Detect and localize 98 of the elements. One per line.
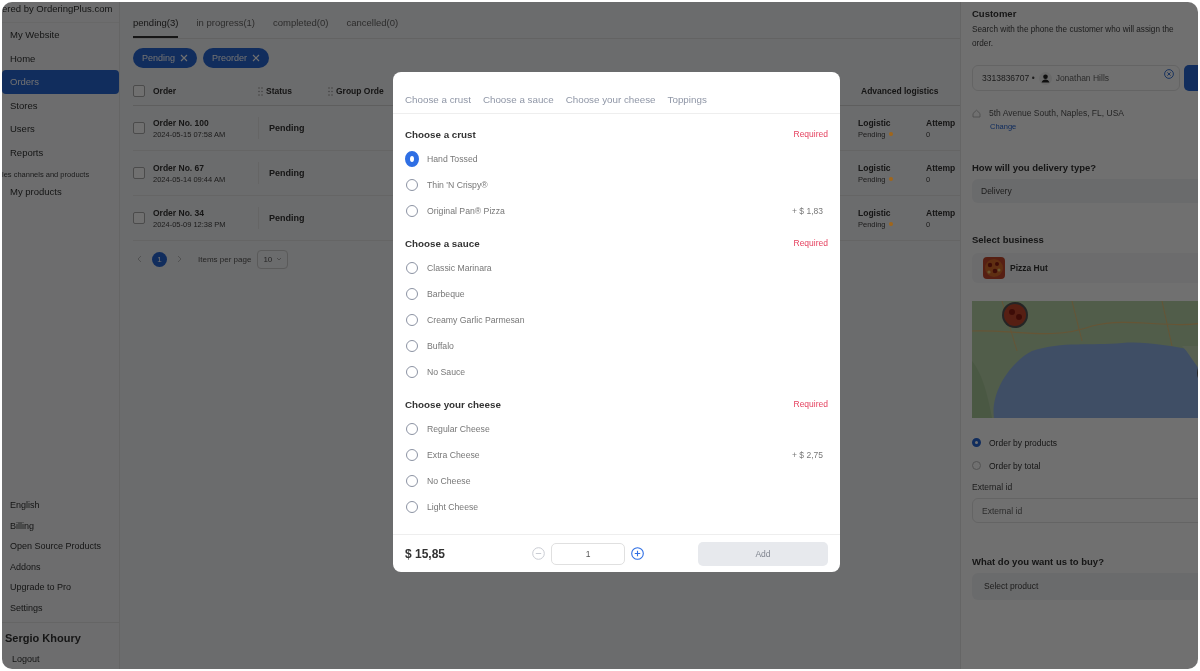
- radio-label: Order by total: [989, 460, 1041, 471]
- option-label: Hand Tossed: [427, 154, 479, 164]
- option-label: Creamy Garlic Parmesan: [427, 315, 526, 325]
- user-name: Sergio Khoury: [4, 631, 82, 646]
- filter-chip[interactable]: Preorder: [203, 48, 270, 68]
- section-title: Select business: [972, 234, 1045, 245]
- status-tab[interactable]: pending(3): [133, 17, 179, 38]
- filter-chip[interactable]: Pending: [133, 48, 198, 68]
- sidebar-item[interactable]: English: [2, 495, 119, 516]
- sidebar-item[interactable]: Settings: [2, 597, 119, 618]
- sidebar-item[interactable]: Home: [2, 46, 119, 70]
- column-header: Status: [266, 86, 292, 96]
- sidebar-item[interactable]: Addons: [2, 556, 119, 577]
- quantity-field[interactable]: 1: [551, 542, 625, 565]
- drag-handle-icon[interactable]: [328, 86, 333, 96]
- plus-icon[interactable]: [631, 547, 644, 560]
- clear-icon[interactable]: [1164, 69, 1174, 79]
- logistic-label: Logistic: [858, 161, 892, 174]
- address-text: 5th Avenue South, Naples, FL, USA: [989, 108, 1124, 118]
- business-card[interactable]: Pizza Hut: [972, 253, 1198, 283]
- option-label: Barbeque: [427, 289, 466, 299]
- checkbox[interactable]: [133, 85, 145, 97]
- checkbox[interactable]: [133, 167, 145, 179]
- sidebar-item[interactable]: Users: [2, 117, 119, 141]
- section-title: What do you want us to buy?: [972, 556, 1105, 567]
- phone-number: 3313836707 •: [982, 73, 1035, 83]
- option-price: + $ 1,83: [792, 206, 823, 216]
- description-text: Search with the phone the customer who will assign the order.: [972, 24, 1175, 50]
- status-tab[interactable]: cancelled(0): [346, 17, 399, 38]
- attempts-label: Attemp: [926, 116, 957, 129]
- order-number: Order No. 67: [153, 161, 206, 174]
- sidebar-item[interactable]: Open Source Products: [2, 536, 119, 557]
- option-label: Extra Cheese: [427, 450, 481, 460]
- order-number: Order No. 100: [153, 116, 210, 129]
- section-title: Choose a sauce: [405, 237, 480, 249]
- search-button[interactable]: [1184, 65, 1198, 91]
- section-title: Choose your cheese: [405, 398, 501, 410]
- option-label: Classic Marinara: [427, 263, 493, 273]
- sidebar-item[interactable]: Stores: [2, 93, 119, 117]
- attempts-label: Attemp: [926, 206, 957, 219]
- section-title: Customer: [972, 8, 1018, 20]
- product-select[interactable]: Select product: [972, 573, 1198, 600]
- checkbox[interactable]: [133, 122, 145, 134]
- column-header: Order: [153, 86, 177, 96]
- option-label: Regular Cheese: [427, 424, 491, 434]
- sidebar-item[interactable]: Reports: [2, 140, 119, 164]
- section-title: How will you delivery type?: [972, 162, 1098, 173]
- powered-by-text: ered by OrderingPlus.com: [2, 2, 119, 23]
- option-label: No Cheese: [427, 476, 472, 486]
- radio-label: Order by products: [989, 437, 1058, 448]
- sidebar-item[interactable]: Orders: [2, 70, 119, 94]
- logout-link[interactable]: Logout: [2, 651, 119, 667]
- column-header: Group Orde: [336, 86, 384, 96]
- required-label: Required: [793, 399, 828, 409]
- page-size-select[interactable]: 10: [257, 249, 289, 269]
- option-tab[interactable]: Toppings: [667, 92, 707, 107]
- option-tab[interactable]: Choose a sauce: [482, 92, 554, 107]
- status-tab[interactable]: completed(0): [273, 17, 329, 38]
- page-button[interactable]: 1: [152, 251, 167, 267]
- total-price: $ 15,85: [405, 546, 447, 561]
- option-label: Light Cheese: [427, 502, 480, 512]
- field-label: External id: [972, 482, 1014, 492]
- sidebar-item[interactable]: Upgrade to Pro: [2, 577, 119, 598]
- close-icon[interactable]: [252, 54, 261, 62]
- required-label: Required: [793, 238, 828, 248]
- status-tab[interactable]: in progress(1): [196, 17, 256, 38]
- business-name: Pizza Hut: [1010, 263, 1048, 273]
- status-text: Pending: [258, 117, 305, 139]
- sidebar-item[interactable]: My products: [2, 180, 119, 204]
- close-icon[interactable]: [180, 54, 189, 62]
- chevron-left-icon[interactable]: [137, 255, 142, 263]
- option-label: Thin 'N Crispy®: [427, 180, 489, 190]
- logistic-label: Logistic: [858, 206, 892, 219]
- order-number: Order No. 34: [153, 206, 206, 219]
- column-header: Advanced logistics: [861, 86, 939, 96]
- section-title: Choose a crust: [405, 128, 476, 140]
- status-text: Pending: [258, 207, 305, 229]
- attempts-label: Attemp: [926, 161, 957, 174]
- option-price: + $ 2,75: [792, 450, 823, 460]
- home-icon: [972, 108, 981, 118]
- option-tab[interactable]: Choose a crust: [405, 92, 471, 107]
- checkbox[interactable]: [133, 212, 145, 224]
- option-tab[interactable]: Choose your cheese: [565, 92, 656, 107]
- option-label: No Sauce: [427, 367, 467, 377]
- radio-button[interactable]: [405, 151, 419, 167]
- status-text: Pending: [258, 162, 305, 184]
- delivery-type-select[interactable]: Delivery: [972, 179, 1198, 203]
- drag-handle-icon[interactable]: [258, 86, 263, 96]
- radio-button[interactable]: [972, 438, 981, 447]
- user-avatar-icon: [1038, 71, 1052, 85]
- sidebar-item[interactable]: Billing: [2, 515, 119, 536]
- chevron-right-icon[interactable]: [177, 255, 182, 263]
- caret-icon: [276, 257, 283, 261]
- required-label: Required: [793, 129, 828, 139]
- option-label: Original Pan® Pizza: [427, 206, 506, 216]
- logistic-label: Logistic: [858, 116, 892, 129]
- sidebar-item[interactable]: My Website: [2, 23, 119, 47]
- option-label: Buffalo: [427, 341, 455, 351]
